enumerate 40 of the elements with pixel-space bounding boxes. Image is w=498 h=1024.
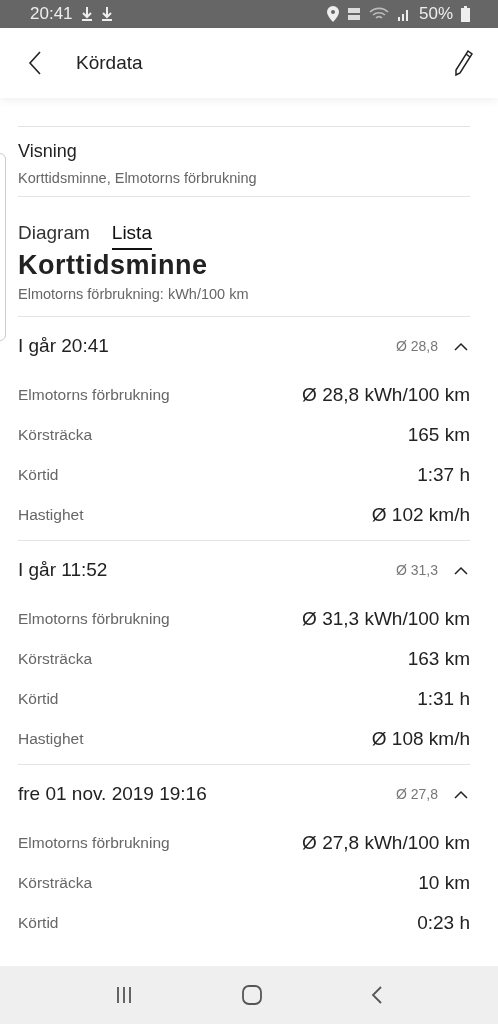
metric-label: Hastighet [18, 506, 85, 524]
metric-label: Körsträcka [18, 650, 94, 668]
metric-label: Körsträcka [18, 874, 94, 892]
metric-label: Elmotorns förbrukning [18, 834, 171, 852]
metric-value: 165 km [407, 424, 470, 446]
view-setting[interactable]: Visning Korttidsminne, Elmotorns förbrukning [18, 127, 470, 196]
tab[interactable]: Lista [111, 222, 152, 250]
metric-value: Ø 28,8 kWh/100 km [302, 384, 470, 406]
metric-value: 1:31 h [417, 688, 470, 710]
metric-value: 1:37 h [417, 464, 470, 486]
metric-value: 0:23 h [417, 912, 470, 934]
clock: 20:41 [30, 4, 73, 24]
trip-date: fre 01 nov. 2019 19:16 [18, 783, 208, 805]
metric-label: Körtid [18, 914, 60, 932]
metric-value: 10 km [418, 872, 470, 894]
metric-label: Elmotorns förbrukning [18, 386, 171, 404]
download-icon [100, 6, 113, 22]
page-title: Kördata [76, 52, 144, 74]
trip-average: Ø 31,3 [395, 562, 438, 578]
section-title: Korttidsminne [18, 250, 209, 280]
trip-date: I går 20:41 [18, 335, 110, 357]
metric-value: 163 km [407, 648, 470, 670]
metric-label: Hastighet [18, 730, 85, 748]
battery-icon [461, 6, 470, 22]
tab[interactable]: Diagram [18, 222, 90, 250]
download-icon [80, 6, 93, 22]
metric-label: Körtid [18, 466, 60, 484]
metric-label: Körsträcka [18, 426, 94, 444]
trip-average: Ø 27,8 [395, 786, 438, 802]
metric-value: Ø 102 km/h [371, 504, 470, 526]
metric-label: Elmotorns förbrukning [18, 610, 171, 628]
metric-value: Ø 108 km/h [371, 728, 470, 750]
battery-percent: 50% [418, 4, 453, 24]
metric-value: Ø 31,3 kWh/100 km [302, 608, 470, 630]
trip-average: Ø 28,8 [395, 338, 438, 354]
metric-value: Ø 27,8 kWh/100 km [302, 832, 470, 854]
location-icon [326, 6, 339, 22]
metric-label: Körtid [18, 690, 60, 708]
section-subtitle: Elmotorns förbrukning: kWh/100 km [18, 286, 250, 302]
trip-date: I går 11:52 [18, 559, 109, 581]
